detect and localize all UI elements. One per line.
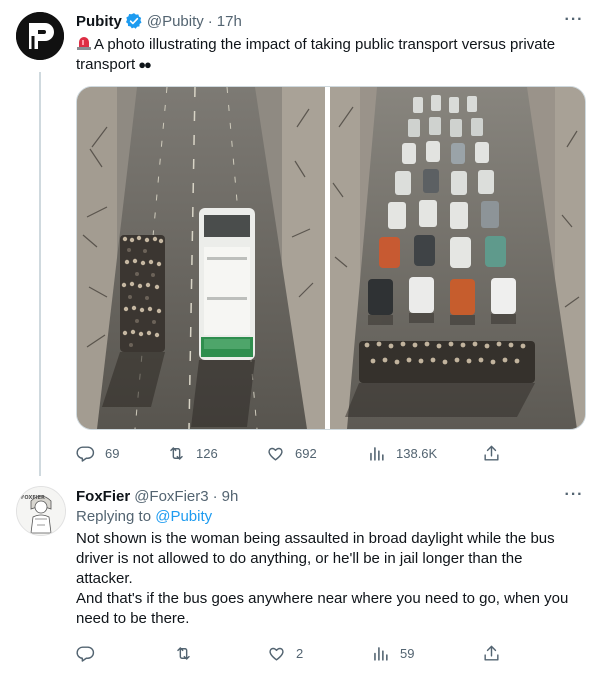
tweet-reply[interactable]: FOXFIER FoxFier @FoxFier3 · 9h ··· Reply… (0, 476, 598, 679)
reply-count: 69 (105, 445, 120, 461)
reply-author-name[interactable]: FoxFier (76, 488, 130, 505)
tweet-header: Pubity @Pubity · 17h (76, 11, 242, 31)
views-button[interactable]: 59 (371, 643, 414, 663)
pubity-logo-icon (16, 12, 64, 60)
analytics-icon (374, 646, 388, 661)
view-count: 59 (400, 645, 415, 661)
retweet-icon (177, 646, 190, 660)
view-count: 138.6K (396, 445, 438, 461)
separator-dot: · (207, 12, 213, 30)
like-button[interactable]: 692 (266, 443, 317, 463)
anime-character-avatar-icon: FOXFIER (17, 487, 65, 535)
share-button[interactable] (482, 443, 501, 463)
cars-panel (330, 87, 585, 429)
reply-button[interactable]: 69 (76, 443, 119, 463)
tweet-main[interactable]: Pubity @Pubity · 17h ··· A photo illustr… (0, 0, 598, 476)
reply-actions: 2 59 (76, 643, 516, 663)
retweet-button[interactable] (174, 643, 203, 663)
author-name[interactable]: Pubity (76, 13, 122, 30)
reply-icon (76, 645, 95, 662)
views-button[interactable]: 138.6K (367, 443, 437, 463)
replying-to-mention[interactable]: @Pubity (155, 508, 212, 525)
share-icon (484, 645, 499, 661)
reply-header: FoxFier @FoxFier3 · 9h (76, 486, 238, 506)
crowd-right (345, 341, 535, 417)
svg-text:FOXFIER: FOXFIER (21, 495, 45, 501)
like-button[interactable]: 2 (267, 643, 303, 663)
more-options-icon[interactable]: ··· (564, 12, 584, 34)
analytics-icon (370, 446, 384, 461)
reply-icon (76, 445, 95, 462)
replying-to: Replying to @Pubity (76, 508, 212, 525)
tweet-text: A photo illustrating the impact of takin… (76, 35, 586, 75)
share-icon (484, 445, 499, 461)
reply-text: Not shown is the woman being assaulted i… (76, 529, 581, 629)
tweet-photo[interactable] (76, 86, 586, 430)
avatar-pubity[interactable] (16, 12, 64, 60)
retweet-button[interactable]: 126 (167, 443, 218, 463)
reply-paragraph-2: And that's if the bus goes anywhere near… (76, 590, 569, 627)
separator-dot: · (212, 487, 218, 505)
like-count: 692 (295, 445, 317, 461)
like-count: 2 (296, 645, 304, 661)
verified-badge-icon (125, 13, 142, 29)
bus-panel (77, 87, 325, 429)
tweet-timestamp[interactable]: 17h (217, 13, 242, 30)
heart-icon (269, 647, 284, 661)
transport-comparison-photo (77, 87, 585, 429)
thread-line (39, 72, 41, 476)
reply-paragraph-1: Not shown is the woman being assaulted i… (76, 530, 555, 587)
retweet-count: 126 (196, 445, 218, 461)
avatar-foxfier[interactable]: FOXFIER (16, 486, 66, 536)
reply-timestamp[interactable]: 9h (222, 488, 239, 505)
share-button[interactable] (482, 643, 501, 663)
tweet-actions: 69 126 692 138.6K (76, 443, 516, 463)
author-handle[interactable]: @Pubity (147, 13, 204, 30)
heart-icon (268, 447, 283, 461)
reply-button[interactable] (76, 643, 105, 663)
reply-author-handle[interactable]: @FoxFier3 (134, 488, 208, 505)
bus (191, 208, 255, 427)
siren-emoji-icon (77, 37, 91, 50)
replying-to-label: Replying to (76, 508, 152, 525)
eyes-emoji-icon: ●● (138, 57, 152, 72)
retweet-icon (170, 446, 183, 460)
more-options-icon[interactable]: ··· (564, 487, 584, 509)
